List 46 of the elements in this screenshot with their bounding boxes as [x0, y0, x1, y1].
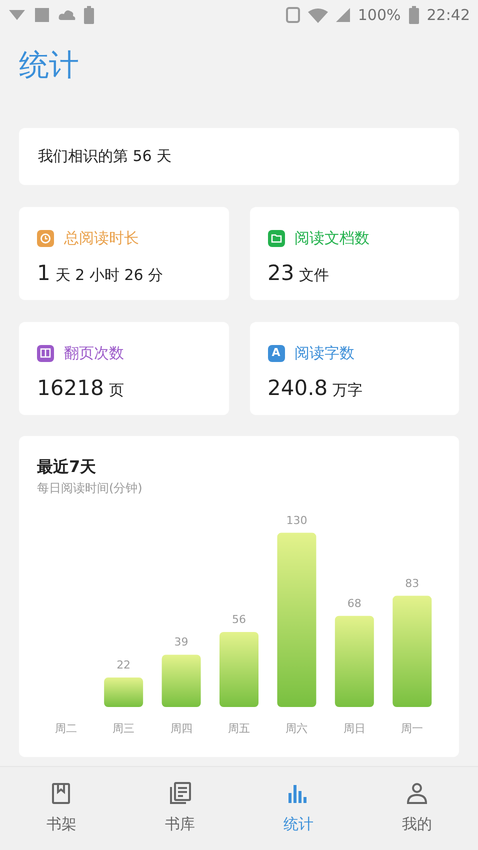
nav-tab[interactable]: 统计 — [239, 767, 358, 850]
nfc-icon — [286, 7, 300, 23]
battery-icon — [84, 6, 94, 24]
nav-tab[interactable]: 书库 — [120, 767, 239, 850]
stat-unit: 页 — [108, 380, 124, 400]
bar-value: 56 — [232, 612, 246, 626]
person-icon — [404, 781, 429, 806]
stat-value: 1 — [37, 260, 50, 286]
bar-value: 68 — [347, 596, 362, 610]
day-label: 周日 — [343, 722, 366, 735]
nav-tab[interactable]: 我的 — [358, 767, 476, 850]
bar-value: 83 — [405, 576, 420, 590]
bar-value: 39 — [174, 636, 188, 649]
stat-label: 总阅读时长 — [64, 228, 139, 249]
stat-label: 翻页次数 — [64, 343, 124, 364]
day-label: 周五 — [228, 722, 250, 735]
day-label: 周一 — [401, 722, 424, 735]
letter-icon: A — [268, 344, 284, 362]
signal-icon — [336, 8, 350, 22]
chart-subtitle: 每日阅读时间(分钟) — [37, 480, 144, 497]
cloud-icon — [58, 9, 76, 21]
stat-value: 240.8 — [268, 374, 328, 402]
day-label: 周二 — [54, 722, 77, 735]
stat-value: 16218 — [37, 374, 104, 402]
battery-level: 100% — [358, 4, 401, 26]
wifi-icon — [308, 8, 328, 22]
bar — [104, 678, 144, 707]
bar-value: 22 — [116, 658, 131, 672]
battery-icon — [408, 6, 419, 24]
chart-title: 最近7天 — [37, 456, 98, 478]
stat-unit: 文件 — [299, 264, 330, 286]
nav-tab[interactable]: 书架 — [2, 767, 120, 850]
day-label: 周四 — [170, 722, 192, 735]
document-stack-icon — [168, 781, 192, 806]
clock-time: 22:42 — [426, 4, 470, 26]
stat-unit: 万字 — [332, 380, 363, 400]
day-label: 周六 — [286, 722, 308, 735]
page-title: 统计 — [19, 46, 79, 84]
stat-value: 23 — [268, 260, 294, 286]
day-label: 周三 — [112, 722, 135, 735]
stat-label: 阅读字数 — [294, 343, 354, 364]
bar-value: 130 — [286, 514, 308, 527]
intro-text: 我们相识的第 56 天 — [38, 146, 172, 168]
bar — [162, 654, 201, 707]
stat-unit: 天 2 小时 26 分 — [55, 264, 164, 286]
stat-label: 阅读文档数 — [294, 228, 370, 249]
